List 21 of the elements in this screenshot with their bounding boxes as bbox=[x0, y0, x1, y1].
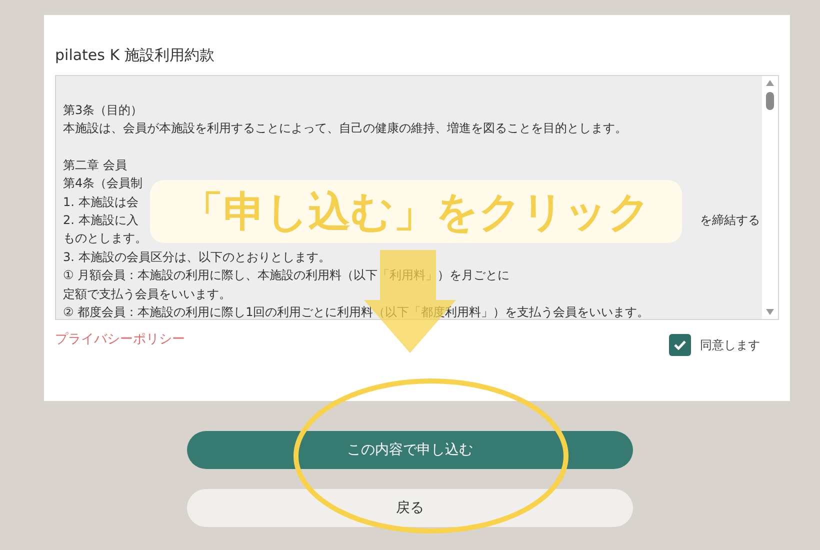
scroll-up-icon[interactable] bbox=[766, 80, 774, 86]
submit-button[interactable]: この内容で申し込む bbox=[187, 431, 633, 469]
checkmark-icon bbox=[674, 340, 686, 350]
terms-line: 2. 本施設に入 bbox=[63, 212, 138, 230]
terms-line: 3. 本施設の会員区分は、以下のとおりとします。 bbox=[63, 248, 330, 266]
scroll-thumb[interactable] bbox=[766, 92, 774, 110]
terms-line: 第3条（目的） bbox=[63, 102, 143, 119]
terms-line: 本施設は、会員が本施設を利用することによって、自己の健康の維持、増進を図ることを目的とします。 bbox=[63, 120, 627, 138]
terms-line: 第4条（会員制 bbox=[63, 175, 143, 192]
scroll-down-icon[interactable] bbox=[766, 309, 774, 315]
terms-line: ものとします。 bbox=[63, 230, 147, 248]
back-button[interactable]: 戻る bbox=[187, 489, 633, 527]
scrollbar[interactable] bbox=[762, 76, 778, 319]
terms-line: 定額で支払う会員をいいます。 bbox=[63, 286, 231, 303]
terms-line: 第二章 会員 bbox=[63, 156, 127, 174]
checkbox[interactable] bbox=[669, 334, 691, 356]
terms-line: 1. 本施設は会 bbox=[63, 194, 138, 211]
agree-checkbox[interactable]: 同意します bbox=[669, 334, 760, 356]
terms-line: を締結する bbox=[700, 212, 761, 230]
callout-banner: 「申し込む」をクリック bbox=[150, 180, 682, 243]
terms-title: pilates K 施設利用約款 bbox=[55, 45, 216, 65]
